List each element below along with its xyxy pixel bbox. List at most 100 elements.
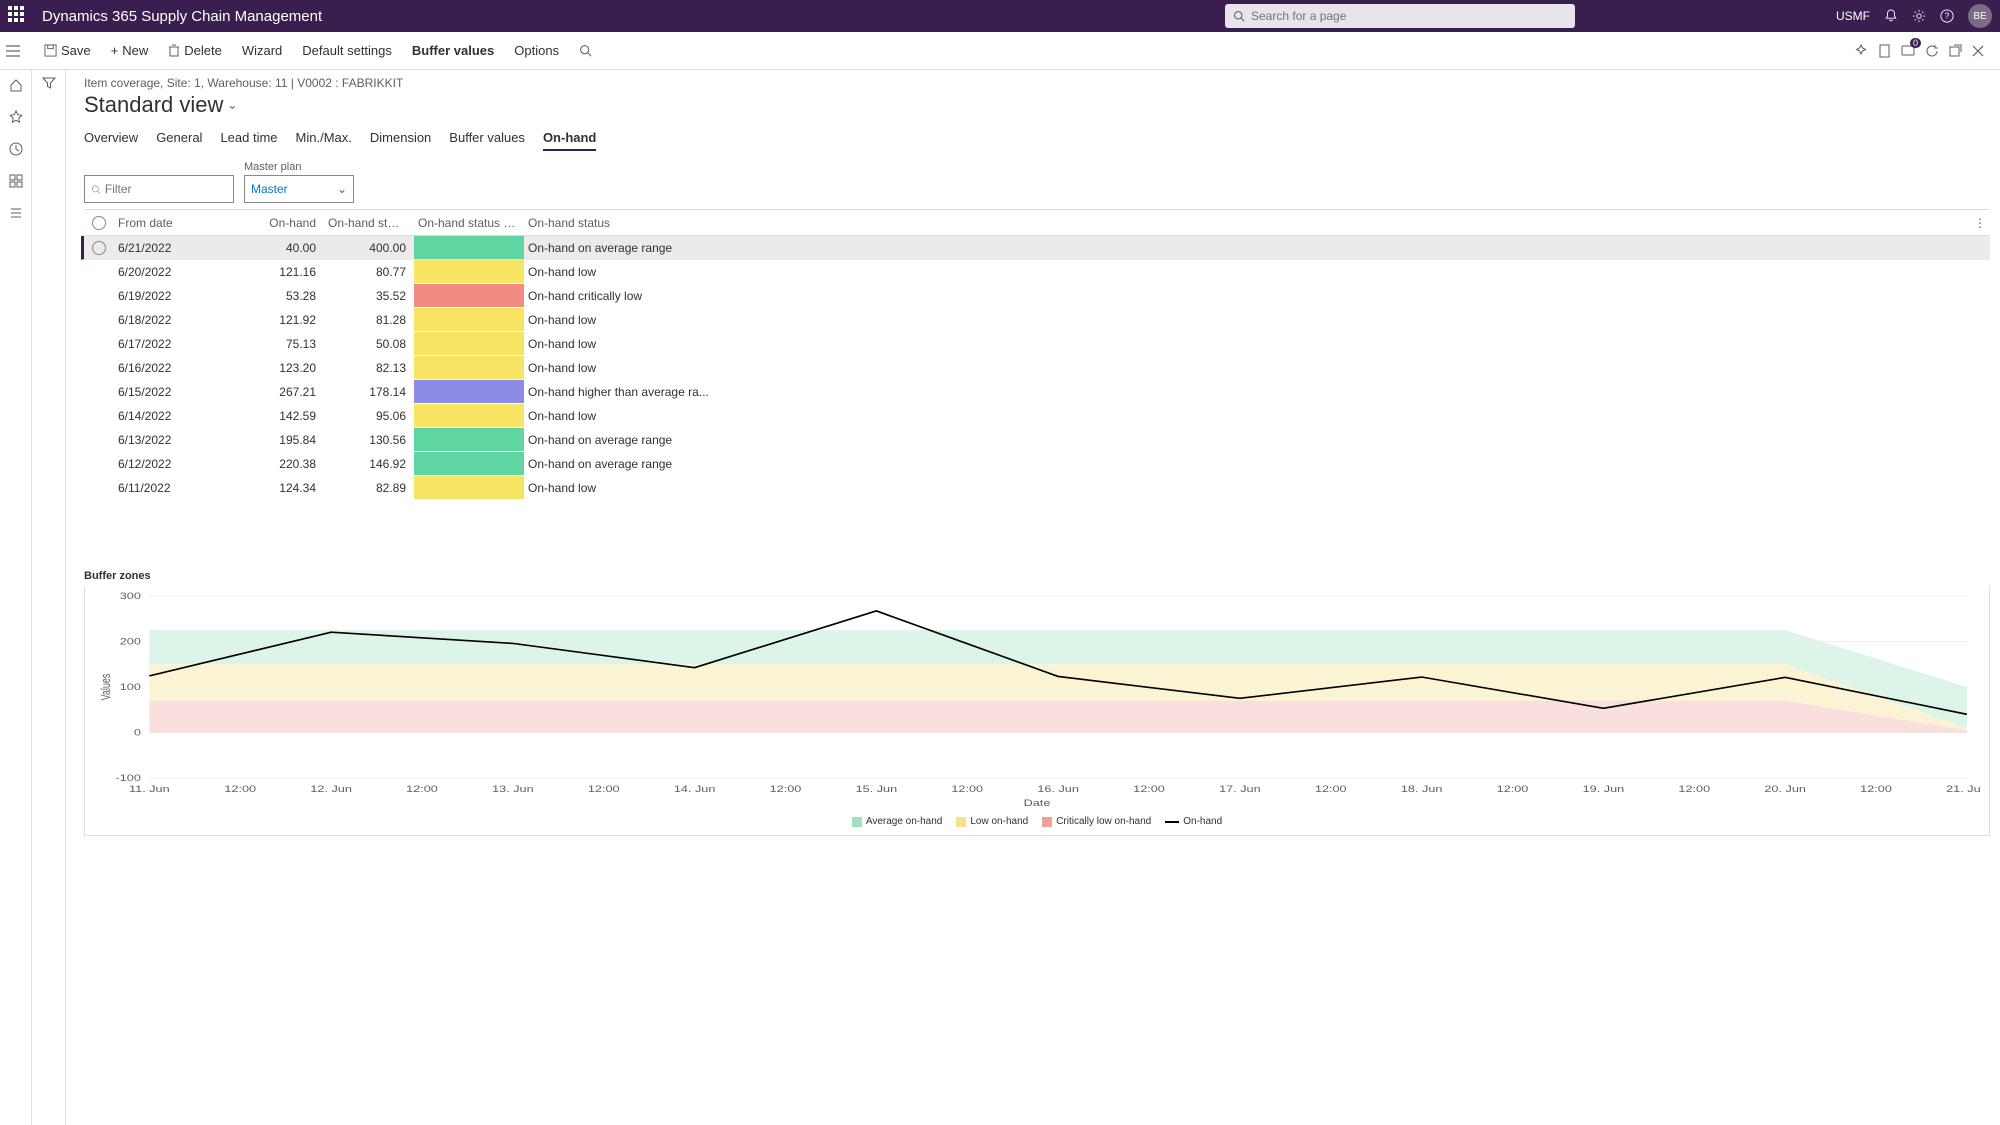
grid-more-icon[interactable]: ⋮ (1970, 216, 1990, 230)
col-onhand-statu[interactable]: On-hand statu... (324, 216, 414, 230)
svg-text:12:00: 12:00 (224, 785, 256, 795)
svg-text:12:00: 12:00 (406, 785, 438, 795)
table-row[interactable]: 6/21/202240.00400.00On-hand on average r… (81, 236, 1990, 260)
delete-button[interactable]: Delete (158, 32, 232, 69)
svg-text:12:00: 12:00 (1678, 785, 1710, 795)
table-row[interactable]: 6/18/2022121.9281.28On-hand low (84, 308, 1990, 332)
col-onhand-color[interactable]: On-hand status color (414, 216, 524, 230)
plus-icon: + (111, 43, 119, 58)
table-row[interactable]: 6/17/202275.1350.08On-hand low (84, 332, 1990, 356)
svg-text:12:00: 12:00 (770, 785, 802, 795)
svg-text:12. Jun: 12. Jun (310, 785, 352, 795)
global-search-input[interactable] (1251, 9, 1567, 23)
cell-status: On-hand low (524, 481, 1970, 495)
global-search[interactable] (1225, 4, 1575, 28)
cell-onhand: 220.38 (234, 457, 324, 471)
cell-onhand: 40.00 (234, 241, 324, 255)
select-all-radio[interactable] (92, 216, 106, 230)
help-icon[interactable]: ? (1940, 9, 1954, 23)
cell-date: 6/14/2022 (114, 409, 234, 423)
svg-text:100: 100 (120, 683, 141, 693)
table-row[interactable]: 6/11/2022124.3482.89On-hand low (84, 476, 1990, 500)
grid-filter-input[interactable] (105, 182, 227, 196)
star-icon[interactable] (9, 110, 23, 124)
cell-onhand: 142.59 (234, 409, 324, 423)
table-row[interactable]: 6/13/2022195.84130.56On-hand on average … (84, 428, 1990, 452)
cell-date: 6/17/2022 (114, 337, 234, 351)
tab-dimension[interactable]: Dimension (370, 126, 431, 151)
buffer-values-button[interactable]: Buffer values (402, 32, 504, 69)
row-radio[interactable] (92, 241, 106, 255)
settings-icon[interactable] (1912, 9, 1926, 23)
svg-text:11. Jun: 11. Jun (129, 785, 170, 795)
cell-status: On-hand low (524, 409, 1970, 423)
new-button[interactable]: + New (101, 32, 159, 69)
master-plan-select[interactable]: Master ⌄ (244, 175, 354, 203)
company-picker[interactable]: USMF (1836, 9, 1870, 23)
notifications-icon[interactable] (1884, 9, 1898, 23)
grid-filter[interactable] (84, 175, 234, 203)
close-icon[interactable] (1972, 45, 1984, 57)
cell-status: On-hand on average range (524, 433, 1970, 447)
tab-lead-time[interactable]: Lead time (220, 126, 277, 151)
home-icon[interactable] (9, 78, 23, 92)
options-button[interactable]: Options (504, 32, 569, 69)
modules-icon[interactable] (9, 206, 23, 220)
table-row[interactable]: 6/15/2022267.21178.14On-hand higher than… (84, 380, 1990, 404)
app-launcher-icon[interactable] (8, 6, 28, 26)
table-row[interactable]: 6/19/202253.2835.52On-hand critically lo… (84, 284, 1990, 308)
svg-text:Date: Date (1024, 799, 1051, 809)
wizard-button[interactable]: Wizard (232, 32, 292, 69)
col-onhand-status[interactable]: On-hand status (524, 216, 1970, 230)
master-plan-value: Master (251, 182, 288, 196)
svg-text:16. Jun: 16. Jun (1037, 785, 1079, 795)
refresh-icon[interactable] (1925, 44, 1939, 58)
legend-crit: Critically low on-hand (1056, 816, 1151, 827)
cell-status: On-hand low (524, 265, 1970, 279)
table-row[interactable]: 6/14/2022142.5995.06On-hand low (84, 404, 1990, 428)
cell-color (414, 236, 524, 259)
find-button[interactable] (569, 32, 602, 69)
cell-onhand: 267.21 (234, 385, 324, 399)
nav-toggle-icon[interactable] (6, 44, 34, 58)
buffer-values-label: Buffer values (412, 43, 494, 58)
attach-icon[interactable] (1878, 44, 1891, 58)
svg-text:12:00: 12:00 (1315, 785, 1347, 795)
tab-general[interactable]: General (156, 126, 202, 151)
chevron-down-icon: ⌄ (227, 98, 237, 112)
cell-date: 6/15/2022 (114, 385, 234, 399)
popout-icon[interactable] (1949, 44, 1962, 57)
save-button[interactable]: Save (34, 32, 101, 69)
svg-text:15. Jun: 15. Jun (856, 785, 898, 795)
cell-status: On-hand low (524, 361, 1970, 375)
cell-status: On-hand on average range (524, 457, 1970, 471)
recent-icon[interactable] (9, 142, 23, 156)
copilot-icon[interactable] (1854, 44, 1868, 58)
cell-status: On-hand on average range (524, 241, 1970, 255)
default-settings-button[interactable]: Default settings (292, 32, 402, 69)
tab-overview[interactable]: Overview (84, 126, 138, 151)
cell-statu: 81.28 (324, 313, 414, 327)
page-title-text: Standard view (84, 92, 223, 118)
cell-onhand: 121.92 (234, 313, 324, 327)
page-title[interactable]: Standard view ⌄ (84, 92, 1990, 118)
cell-date: 6/16/2022 (114, 361, 234, 375)
messages-icon[interactable]: 0 (1901, 44, 1915, 58)
workspaces-icon[interactable] (9, 174, 23, 188)
tab-min-max-[interactable]: Min./Max. (296, 126, 352, 151)
table-row[interactable]: 6/16/2022123.2082.13On-hand low (84, 356, 1990, 380)
new-label: New (122, 43, 148, 58)
cell-color (414, 476, 524, 499)
breadcrumb: Item coverage, Site: 1, Warehouse: 11 | … (84, 76, 1990, 90)
tab-buffer-values[interactable]: Buffer values (449, 126, 525, 151)
table-row[interactable]: 6/12/2022220.38146.92On-hand on average … (84, 452, 1990, 476)
tabs: Overview General Lead time Min./Max. Dimensi… (84, 126, 1990, 151)
cell-date: 6/18/2022 (114, 313, 234, 327)
tab-on-hand[interactable]: On-hand (543, 126, 596, 151)
user-avatar[interactable]: BE (1968, 4, 1992, 28)
legend-onhand: On-hand (1183, 816, 1222, 827)
col-from-date[interactable]: From date (114, 216, 234, 230)
table-row[interactable]: 6/20/2022121.1680.77On-hand low (84, 260, 1990, 284)
funnel-icon[interactable] (42, 76, 56, 1125)
col-onhand[interactable]: On-hand (234, 216, 324, 230)
